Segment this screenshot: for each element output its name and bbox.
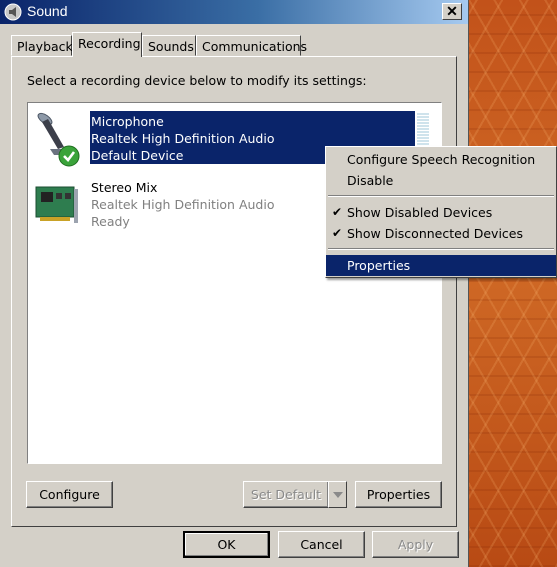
context-menu: Configure Speech Recognition Disable ✔ S… — [325, 146, 557, 278]
close-button[interactable]: ✕ — [442, 3, 462, 20]
menu-item-label: Show Disabled Devices — [347, 205, 493, 220]
device-text: Microphone Realtek High Definition Audio… — [91, 113, 274, 164]
configure-button[interactable]: Configure — [26, 481, 113, 508]
device-name: Stereo Mix — [91, 180, 158, 195]
desktop-wallpaper — [465, 0, 557, 567]
tab-sounds[interactable]: Sounds — [142, 35, 196, 56]
apply-button[interactable]: Apply — [372, 531, 459, 558]
menu-configure-speech-recognition[interactable]: Configure Speech Recognition — [326, 149, 556, 170]
sound-dialog: Sound ✕ Playback Recording Sounds Commun… — [0, 0, 469, 567]
tab-recording[interactable]: Recording — [72, 32, 142, 57]
window-title: Sound — [27, 3, 68, 19]
menu-item-label: Show Disconnected Devices — [347, 226, 524, 241]
device-text: Stereo Mix Realtek High Definition Audio… — [91, 179, 274, 230]
sound-card-icon — [35, 186, 78, 223]
device-driver: Realtek High Definition Audio — [91, 131, 275, 146]
speaker-icon — [4, 3, 22, 21]
title-bar: Sound ✕ — [0, 0, 468, 24]
menu-show-disconnected-devices[interactable]: ✔ Show Disconnected Devices — [326, 223, 556, 244]
check-icon: ✔ — [332, 205, 343, 219]
ok-button[interactable]: OK — [183, 531, 270, 558]
set-default-dropdown[interactable] — [328, 481, 347, 508]
close-icon: ✕ — [446, 3, 458, 19]
device-name: Microphone — [91, 114, 164, 129]
menu-show-disabled-devices[interactable]: ✔ Show Disabled Devices — [326, 202, 556, 223]
tab-playback[interactable]: Playback — [11, 35, 73, 56]
menu-item-label: Configure Speech Recognition — [347, 152, 536, 167]
properties-button[interactable]: Properties — [355, 481, 442, 508]
device-driver: Realtek High Definition Audio — [91, 197, 275, 212]
device-status: Ready — [91, 214, 130, 229]
set-default-button[interactable]: Set Default — [243, 481, 329, 508]
tab-communications[interactable]: Communications — [196, 35, 307, 56]
menu-disable[interactable]: Disable — [326, 170, 556, 191]
menu-separator — [328, 248, 554, 250]
check-icon: ✔ — [332, 226, 343, 240]
cancel-button[interactable]: Cancel — [278, 531, 365, 558]
menu-item-label: Properties — [347, 258, 411, 273]
default-device-check-icon — [58, 145, 80, 167]
menu-item-label: Disable — [347, 173, 394, 188]
instruction-text: Select a recording device below to modif… — [27, 73, 367, 88]
device-status: Default Device — [91, 148, 184, 163]
menu-properties[interactable]: Properties — [326, 255, 556, 276]
menu-separator — [328, 195, 554, 197]
